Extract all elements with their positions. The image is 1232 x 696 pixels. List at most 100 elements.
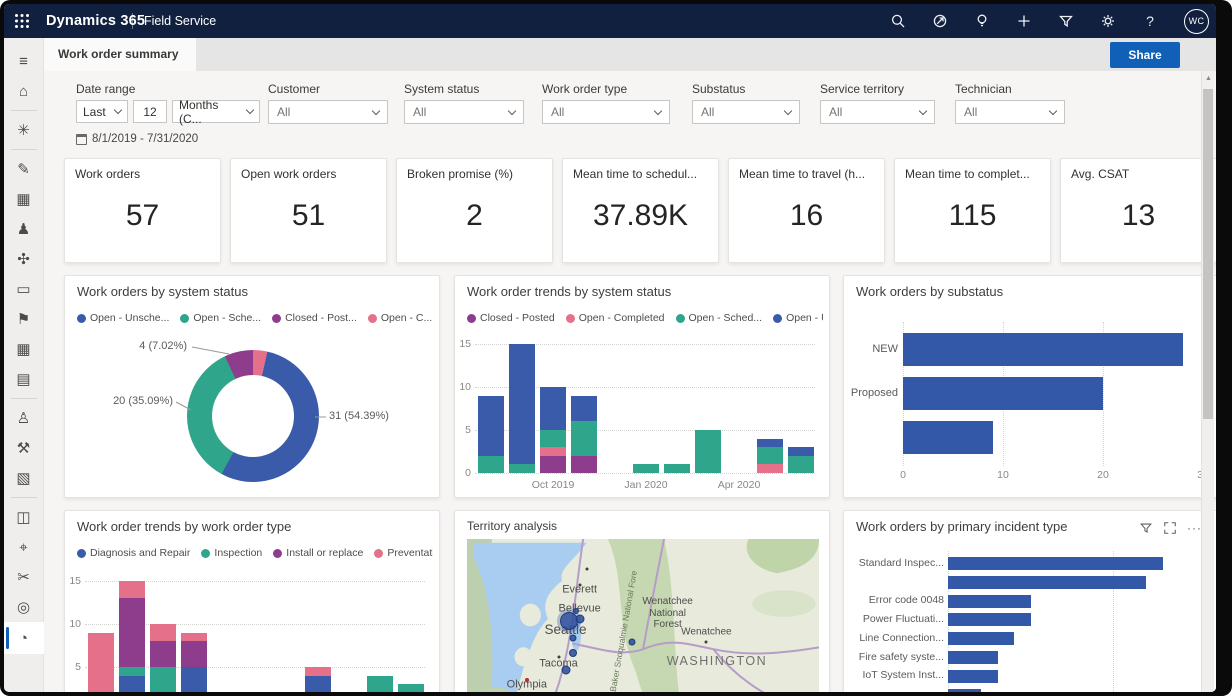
legend-item[interactable]: Open - Completed (566, 312, 665, 324)
sidebar-item-contacts[interactable]: ♙ (4, 403, 44, 433)
territory-map[interactable]: EverettBellevueSeattleTacomaOlympiaWenat… (467, 539, 819, 692)
legend-item[interactable]: Diagnosis and Repair (77, 547, 190, 559)
filter-icon[interactable] (1139, 521, 1153, 535)
sidebar-item-documents[interactable]: ▧ (4, 463, 44, 493)
help-icon[interactable]: ? (1142, 13, 1158, 29)
main-scrollbar[interactable]: ▲ (1201, 71, 1214, 692)
map-bubble[interactable] (561, 666, 570, 675)
sidebar-item-territories[interactable]: ⌖ (4, 532, 44, 562)
bar[interactable] (903, 377, 1103, 410)
bar-segment[interactable] (367, 676, 393, 692)
map-bubble[interactable] (569, 634, 576, 641)
app-name[interactable]: Field Service (144, 14, 216, 28)
filter-dropdown-work-order-type[interactable]: All (542, 100, 670, 124)
bar-segment[interactable] (664, 464, 690, 473)
date-value-input[interactable]: 12 (133, 100, 167, 123)
bar-segment[interactable] (150, 667, 176, 692)
map-bubble[interactable] (575, 614, 584, 623)
brand-title[interactable]: Dynamics 365 (46, 13, 145, 29)
bar-segment[interactable] (150, 624, 176, 641)
bar-segment[interactable] (509, 464, 535, 473)
bar-segment[interactable] (119, 581, 145, 598)
share-button[interactable]: Share (1110, 42, 1180, 68)
bar[interactable] (903, 333, 1183, 366)
bar-segment[interactable] (571, 456, 597, 473)
sidebar-item-home[interactable]: ⌂ (4, 76, 44, 106)
bar[interactable] (948, 595, 1031, 608)
sidebar-item-connections[interactable]: ✂ (4, 562, 44, 592)
bar-segment[interactable] (540, 456, 566, 473)
bar-segment[interactable] (181, 633, 207, 642)
filter-icon[interactable] (1058, 13, 1074, 29)
filter-dropdown-service-territory[interactable]: All (820, 100, 935, 124)
bar-segment[interactable] (509, 344, 535, 464)
search-icon[interactable] (890, 13, 906, 29)
bar[interactable] (948, 557, 1163, 570)
scrollbar-up-arrow[interactable]: ▲ (1205, 75, 1212, 82)
sidebar-item-products[interactable]: ◫ (4, 502, 44, 532)
legend-item[interactable]: Preventative Mai... (374, 547, 433, 559)
map-bubble[interactable] (569, 649, 577, 657)
bar-segment[interactable] (757, 439, 783, 448)
sidebar-item-menu[interactable]: ≡ (4, 46, 44, 76)
bar[interactable] (948, 651, 998, 664)
legend-item[interactable]: Open - Unsc... (773, 312, 823, 324)
legend-item[interactable]: Open - C... (368, 312, 432, 324)
focus-mode-icon[interactable] (1163, 521, 1177, 535)
sidebar-item-resources[interactable]: ♟ (4, 214, 44, 244)
legend-item[interactable]: Open - Sched... (676, 312, 763, 324)
sidebar-item-accounts[interactable]: ▭ (4, 274, 44, 304)
add-icon[interactable] (1016, 13, 1032, 29)
bar-segment[interactable] (571, 421, 597, 455)
bar-segment[interactable] (305, 676, 331, 692)
bar-segment[interactable] (540, 430, 566, 447)
bar-segment[interactable] (88, 633, 114, 692)
bar-segment[interactable] (181, 641, 207, 667)
bar-segment[interactable] (305, 667, 331, 676)
lightbulb-icon[interactable] (974, 13, 990, 29)
bar-segment[interactable] (181, 667, 207, 692)
bar[interactable] (948, 689, 981, 692)
bar[interactable] (948, 613, 1031, 626)
filter-dropdown-substatus[interactable]: All (692, 100, 800, 124)
map-bubble[interactable] (573, 608, 579, 614)
more-options-icon[interactable]: ··· (1187, 521, 1202, 535)
legend-item[interactable]: Install or replace (273, 547, 363, 559)
bar[interactable] (948, 632, 1014, 645)
date-mode-dropdown[interactable]: Last (76, 100, 128, 123)
map-bubble[interactable] (525, 678, 529, 682)
donut-chart[interactable] (187, 350, 319, 482)
legend-item[interactable]: Closed - Post... (272, 312, 357, 324)
bar-segment[interactable] (119, 667, 145, 676)
bar-segment[interactable] (695, 430, 721, 473)
sidebar-item-work-orders[interactable]: ✎ (4, 154, 44, 184)
user-avatar[interactable]: WC (1184, 9, 1209, 34)
filter-dropdown-technician[interactable]: All (955, 100, 1065, 124)
sidebar-item-bookings[interactable]: ⚑ (4, 304, 44, 334)
legend-item[interactable]: Open - Unsche... (77, 312, 169, 324)
circled-arrow-icon[interactable] (932, 13, 948, 29)
bar-segment[interactable] (540, 387, 566, 430)
scrollbar-thumb[interactable] (1203, 89, 1213, 419)
bar-segment[interactable] (478, 396, 504, 456)
legend-item[interactable]: Inspection (201, 547, 262, 559)
tab-work-order-summary[interactable]: Work order summary (44, 38, 196, 71)
bar-segment[interactable] (150, 641, 176, 667)
bar-segment[interactable] (398, 684, 424, 692)
bar-segment[interactable] (788, 447, 814, 456)
bar-segment[interactable] (571, 396, 597, 422)
sidebar-item-schedule-board[interactable]: ▦ (4, 184, 44, 214)
bar-segment[interactable] (788, 456, 814, 473)
bar-segment[interactable] (540, 447, 566, 456)
map-bubble[interactable] (629, 638, 636, 645)
bar-segment[interactable] (119, 598, 145, 667)
sidebar-item-dashboards[interactable]: ◔ (4, 622, 44, 654)
bar[interactable] (948, 576, 1146, 589)
legend-item[interactable]: Closed - Posted (467, 312, 555, 324)
filter-dropdown-customer[interactable]: All (268, 100, 388, 124)
bar-segment[interactable] (757, 447, 783, 464)
sidebar-item-recent[interactable]: ✳ (4, 115, 44, 145)
legend-item[interactable]: Open - Sche... (180, 312, 261, 324)
bar[interactable] (903, 421, 993, 454)
sidebar-item-iot-devices[interactable]: ◎ (4, 592, 44, 622)
